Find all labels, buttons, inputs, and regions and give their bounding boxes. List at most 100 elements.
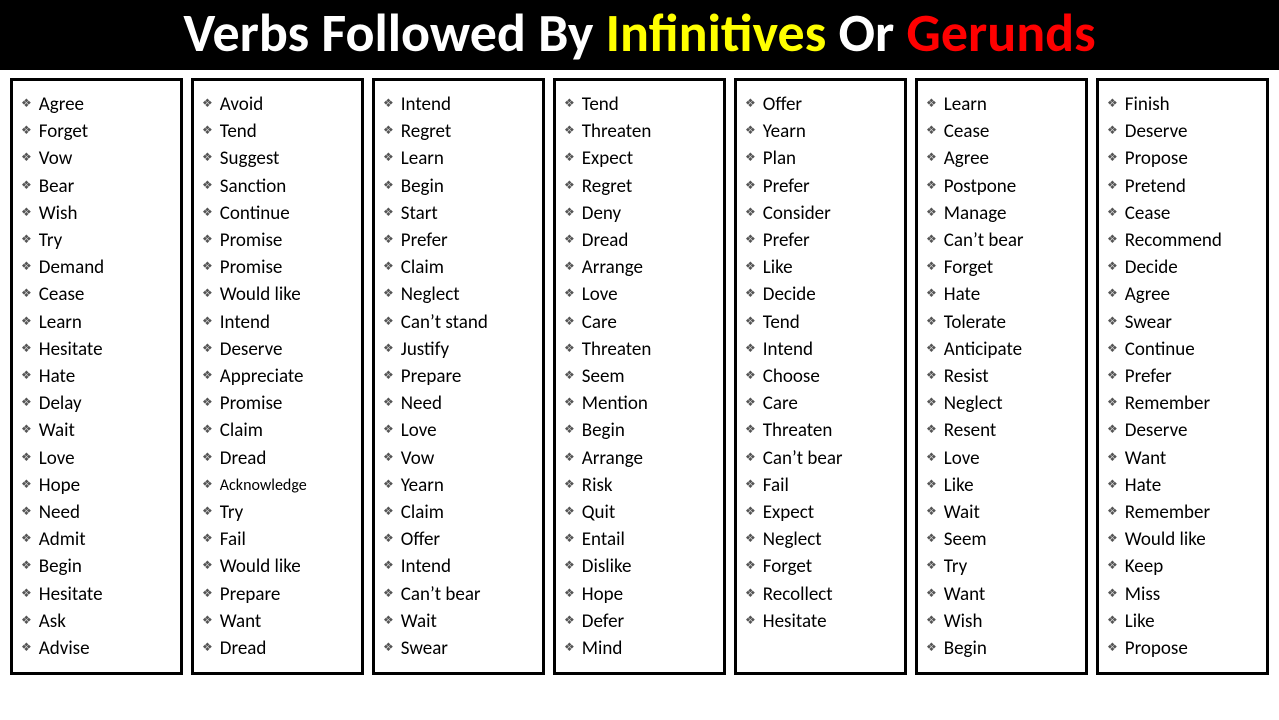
diamond-bullet-icon: ❖ [21,581,32,608]
list-item-label: Tend [582,91,619,118]
diamond-bullet-icon: ❖ [564,91,575,118]
diamond-bullet-icon: ❖ [745,227,756,254]
diamond-bullet-icon: ❖ [745,200,756,227]
list-item: ❖Intend [202,309,353,336]
diamond-bullet-icon: ❖ [383,390,394,417]
diamond-bullet-icon: ❖ [21,445,32,472]
list-item-label: Wait [944,499,980,526]
list-item-label: Would like [220,553,301,580]
list-item-label: Cease [39,281,85,308]
diamond-bullet-icon: ❖ [564,499,575,526]
diamond-bullet-icon: ❖ [745,472,756,499]
list-item-label: Intend [401,91,451,118]
list-item-label: Intend [220,309,270,336]
list-item: ❖Anticipate [926,336,1077,363]
list-item-label: Tend [763,309,800,336]
page-title: Verbs Followed By Infinitives Or Gerunds [0,0,1279,70]
list-item-label: Anticipate [944,336,1022,363]
list-item-label: Neglect [763,526,822,553]
list-item-label: Fail [220,526,246,553]
list-item-label: Risk [582,472,613,499]
diamond-bullet-icon: ❖ [21,635,32,662]
diamond-bullet-icon: ❖ [383,200,394,227]
list-item-label: Consider [763,200,831,227]
list-item: ❖Begin [21,553,172,580]
title-part4: Gerunds [906,0,1095,66]
list-item: ❖Need [383,390,534,417]
list-item-label: Keep [1125,553,1163,580]
list-item: ❖Learn [21,309,172,336]
list-item-label: Prefer [763,227,810,254]
column-7: ❖Finish❖Deserve❖Propose❖Pretend❖Cease❖Re… [1096,78,1269,675]
list-item: ❖Decide [1107,254,1258,281]
list-item: ❖Intend [383,553,534,580]
diamond-bullet-icon: ❖ [745,145,756,172]
diamond-bullet-icon: ❖ [202,417,213,444]
diamond-bullet-icon: ❖ [564,254,575,281]
list-item-label: Can’t bear [401,581,481,608]
diamond-bullet-icon: ❖ [21,200,32,227]
list-item-label: Try [39,227,62,254]
diamond-bullet-icon: ❖ [21,118,32,145]
list-item-label: Learn [39,309,82,336]
diamond-bullet-icon: ❖ [745,526,756,553]
list-item-label: Can’t bear [944,227,1024,254]
diamond-bullet-icon: ❖ [926,254,937,281]
diamond-bullet-icon: ❖ [926,281,937,308]
list-item: ❖Propose [1107,145,1258,172]
diamond-bullet-icon: ❖ [1107,281,1118,308]
list-item-label: Love [582,281,618,308]
diamond-bullet-icon: ❖ [745,499,756,526]
diamond-bullet-icon: ❖ [926,118,937,145]
list-item-label: Like [944,472,974,499]
diamond-bullet-icon: ❖ [1107,526,1118,553]
diamond-bullet-icon: ❖ [926,200,937,227]
diamond-bullet-icon: ❖ [202,608,213,635]
diamond-bullet-icon: ❖ [202,445,213,472]
diamond-bullet-icon: ❖ [564,145,575,172]
columns-container: ❖Agree❖Forget❖Vow❖Bear❖Wish❖Try❖Demand❖C… [0,70,1279,675]
diamond-bullet-icon: ❖ [926,499,937,526]
list-item-label: Entail [582,526,625,553]
list-item: ❖Dread [564,227,715,254]
list-item: ❖Keep [1107,553,1258,580]
list-item-label: Regret [401,118,451,145]
diamond-bullet-icon: ❖ [383,118,394,145]
list-item: ❖Begin [383,173,534,200]
diamond-bullet-icon: ❖ [202,227,213,254]
diamond-bullet-icon: ❖ [21,227,32,254]
list-item: ❖Like [1107,608,1258,635]
list-item: ❖Sanction [202,173,353,200]
diamond-bullet-icon: ❖ [745,91,756,118]
diamond-bullet-icon: ❖ [564,200,575,227]
list-item: ❖Demand [21,254,172,281]
diamond-bullet-icon: ❖ [21,281,32,308]
list-item: ❖Forget [926,254,1077,281]
list-item-label: Yearn [763,118,806,145]
list-item-label: Recommend [1125,227,1222,254]
list-item-label: Claim [401,254,444,281]
diamond-bullet-icon: ❖ [383,445,394,472]
diamond-bullet-icon: ❖ [202,336,213,363]
diamond-bullet-icon: ❖ [383,472,394,499]
list-item-label: Try [944,553,967,580]
diamond-bullet-icon: ❖ [564,336,575,363]
diamond-bullet-icon: ❖ [564,118,575,145]
list-item: ❖Claim [383,499,534,526]
diamond-bullet-icon: ❖ [383,363,394,390]
diamond-bullet-icon: ❖ [1107,227,1118,254]
list-item: ❖Start [383,200,534,227]
list-item: ❖Fail [202,526,353,553]
list-item-label: Resent [944,417,997,444]
list-item-label: Dread [220,445,267,472]
list-item-label: Learn [401,145,444,172]
list-item: ❖Hope [564,581,715,608]
list-item: ❖Acknowledge [202,472,353,499]
diamond-bullet-icon: ❖ [926,608,937,635]
diamond-bullet-icon: ❖ [202,581,213,608]
diamond-bullet-icon: ❖ [21,363,32,390]
list-item-label: Swear [1125,309,1172,336]
diamond-bullet-icon: ❖ [1107,309,1118,336]
diamond-bullet-icon: ❖ [383,173,394,200]
list-item: ❖Propose [1107,635,1258,662]
